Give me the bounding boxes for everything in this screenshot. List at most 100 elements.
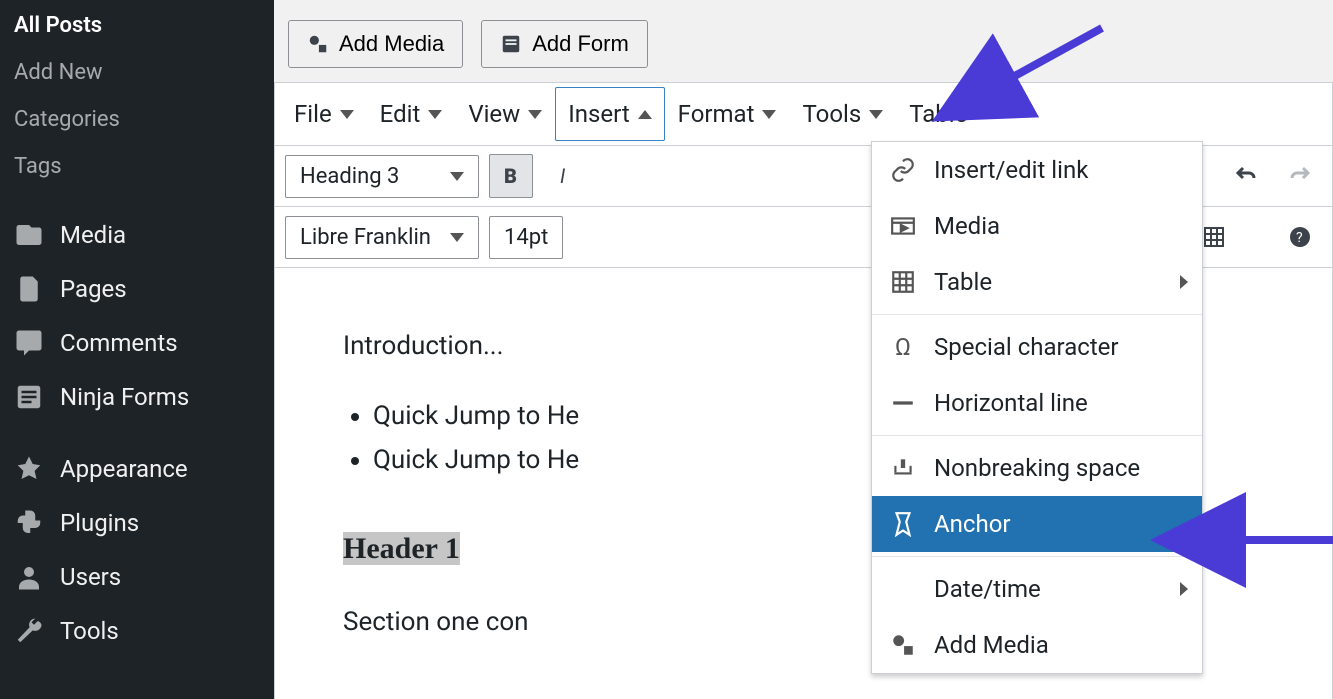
editor-menubar: File Edit View Insert Format Tools Table [275,83,1332,146]
dd-label: Date/time [934,575,1041,603]
add-media-label: Add Media [339,31,444,57]
sidebar-item-label: Appearance [60,455,188,483]
add-form-label: Add Form [532,31,629,57]
sidebar-item-label: Tools [60,617,119,645]
dd-insert-link[interactable]: Insert/edit link [872,142,1202,198]
menu-file[interactable]: File [281,87,367,141]
dd-label: Insert/edit link [934,156,1088,184]
form-icon [500,33,522,55]
insert-dropdown: Insert/edit link Media Table Ω Special c… [871,141,1203,674]
link-icon [890,157,916,183]
dropdown-separator [872,314,1202,315]
sidebar-sub-tags[interactable]: Tags [0,143,274,190]
dd-media[interactable]: Media [872,198,1202,254]
dropdown-separator [872,435,1202,436]
submenu-arrow-icon [1180,582,1188,596]
font-select[interactable]: Libre Franklin [285,216,479,259]
chevron-down-icon [975,110,989,119]
sidebar-item-appearance[interactable]: Appearance [0,442,274,496]
menu-table[interactable]: Table [896,87,1002,141]
dd-hr[interactable]: Horizontal line [872,375,1202,431]
comments-icon [14,328,44,358]
annotation-arrow-anchor [1220,520,1333,564]
dd-add-media[interactable]: Add Media [872,617,1202,673]
chevron-up-icon [638,110,652,119]
dropdown-separator [872,556,1202,557]
chevron-down-icon [340,110,354,119]
dd-datetime[interactable]: Date/time [872,561,1202,617]
sidebar-item-users[interactable]: Users [0,550,274,604]
sidebar-sub-all-posts[interactable]: All Posts [0,2,274,49]
dd-nbsp[interactable]: Nonbreaking space [872,440,1202,496]
users-icon [14,562,44,592]
admin-sidebar: All Posts Add New Categories Tags Media … [0,0,274,699]
menu-insert[interactable]: Insert [555,87,664,141]
menu-view[interactable]: View [455,87,555,141]
media-icon [14,220,44,250]
svg-text:B: B [504,164,517,188]
nbsp-icon [890,455,916,481]
camera-icon [890,632,916,658]
top-buttons: Add Media Add Form [274,0,1333,82]
sidebar-item-label: Comments [60,329,178,357]
chevron-down-icon [869,110,883,119]
chevron-down-icon [428,110,442,119]
chevron-down-icon [450,172,464,181]
add-media-button[interactable]: Add Media [288,20,463,68]
help-button[interactable]: ? [1278,215,1322,259]
dd-label: Special character [934,333,1119,361]
dd-table[interactable]: Table [872,254,1202,310]
paragraph-select[interactable]: Heading 3 [285,155,479,198]
hr-icon [890,390,916,416]
sidebar-item-ninja-forms[interactable]: Ninja Forms [0,370,274,424]
sidebar-item-label: Media [60,221,126,249]
dd-anchor[interactable]: Anchor [872,496,1202,552]
sidebar-item-comments[interactable]: Comments [0,316,274,370]
menu-edit[interactable]: Edit [367,87,456,141]
sidebar-item-label: Ninja Forms [60,383,189,411]
camera-icon [307,33,329,55]
chevron-down-icon [450,233,464,242]
sidebar-item-label: Plugins [60,509,139,537]
sidebar-item-pages[interactable]: Pages [0,262,274,316]
chevron-down-icon [762,110,776,119]
menu-tools[interactable]: Tools [789,87,896,141]
appearance-icon [14,454,44,484]
ninja-forms-icon [14,382,44,412]
sidebar-item-plugins[interactable]: Plugins [0,496,274,550]
annotation-arrow-insert [992,18,1112,102]
dd-label: Anchor [934,510,1011,538]
redo-button[interactable] [1278,154,1322,198]
undo-button[interactable] [1224,154,1268,198]
add-form-button[interactable]: Add Form [481,20,648,68]
sidebar-item-label: Users [60,563,121,591]
menu-format[interactable]: Format [665,87,790,141]
table-dropdown[interactable] [1246,215,1268,259]
svg-text:I: I [560,164,566,188]
table-icon [890,269,916,295]
pages-icon [14,274,44,304]
dd-special-char[interactable]: Ω Special character [872,319,1202,375]
fontsize-select[interactable]: 14pt [489,216,563,259]
anchor-icon [890,511,916,537]
dd-label: Table [934,268,992,296]
dd-label: Horizontal line [934,389,1088,417]
editor-area: Add Media Add Form File Edit View Insert… [274,0,1333,699]
svg-text:?: ? [1296,230,1303,246]
sidebar-sub-add-new[interactable]: Add New [0,49,274,96]
media-icon [890,213,916,239]
chevron-down-icon [528,110,542,119]
dd-label: Nonbreaking space [934,454,1140,482]
sidebar-item-label: Pages [60,275,127,303]
dd-label: Media [934,212,1000,240]
plugins-icon [14,508,44,538]
omega-icon: Ω [890,334,916,360]
sidebar-item-media[interactable]: Media [0,208,274,262]
sidebar-item-tools[interactable]: Tools [0,604,274,658]
italic-button[interactable]: I [543,154,587,198]
submenu-arrow-icon [1180,275,1188,289]
dd-label: Add Media [934,631,1049,659]
blank-icon [890,576,916,602]
bold-button[interactable]: B [489,154,533,198]
sidebar-sub-categories[interactable]: Categories [0,96,274,143]
